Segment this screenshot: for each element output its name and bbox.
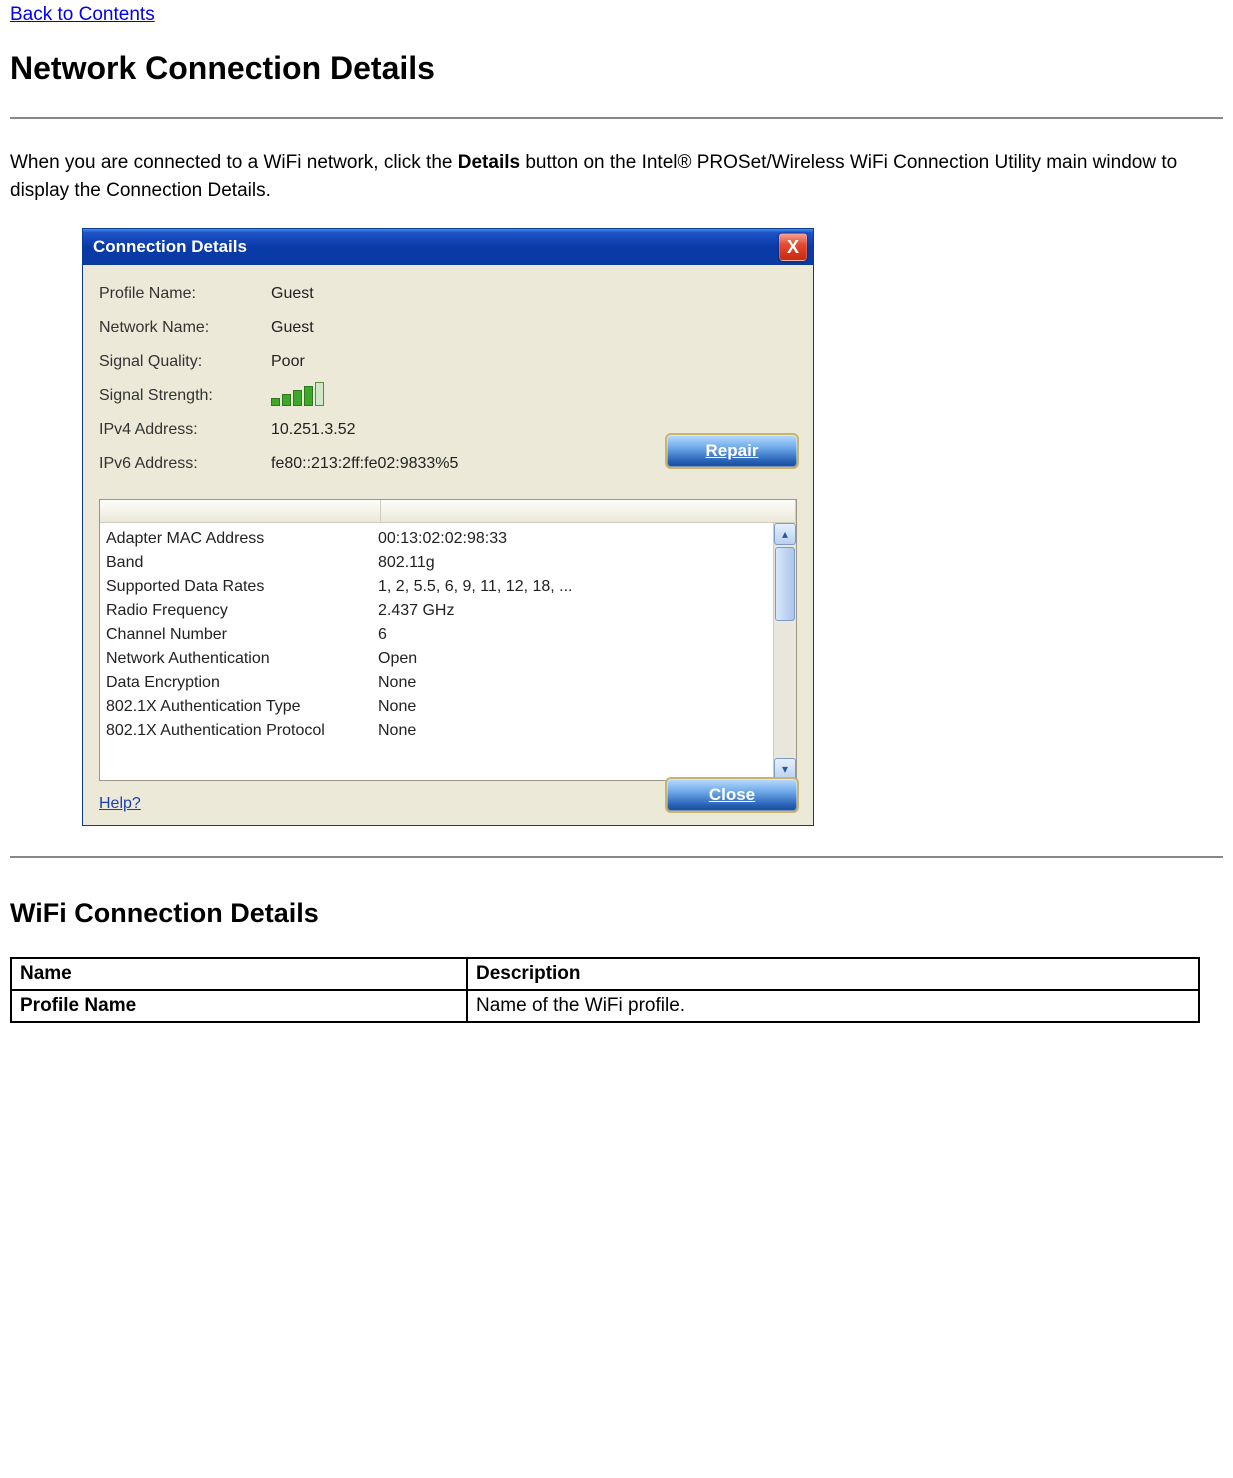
signal-bar-5 <box>315 382 324 406</box>
list-header-col2[interactable] <box>381 500 796 522</box>
signal-bar-3 <box>293 390 302 406</box>
list-content: Adapter MAC Address00:13:02:02:98:33Band… <box>100 523 773 780</box>
scrollbar: ▴ ▾ <box>773 523 796 780</box>
intro-bold: Details <box>458 152 520 173</box>
page-title: Network Connection Details <box>10 50 1223 87</box>
wifi-details-heading: WiFi Connection Details <box>10 898 1223 929</box>
list-item-name: Channel Number <box>106 626 378 644</box>
list-header <box>100 500 796 523</box>
signal-quality-label: Signal Quality: <box>99 353 271 371</box>
list-item-name: 802.1X Authentication Type <box>106 698 378 716</box>
list-item[interactable]: 802.1X Authentication TypeNone <box>106 695 767 719</box>
list-item[interactable]: 802.1X Authentication ProtocolNone <box>106 719 767 743</box>
close-button[interactable]: Close <box>665 777 799 813</box>
signal-bar-4 <box>304 386 313 406</box>
list-item-name: 802.1X Authentication Protocol <box>106 722 378 740</box>
list-item-name: Band <box>106 554 378 572</box>
signal-bar-1 <box>271 398 280 406</box>
repair-button[interactable]: Repair <box>665 433 799 469</box>
network-name-value: Guest <box>271 319 797 337</box>
list-item[interactable]: Channel Number6 <box>106 623 767 647</box>
list-item[interactable]: Band802.11g <box>106 551 767 575</box>
dialog-title: Connection Details <box>93 237 247 257</box>
field-signal-quality: Signal Quality: Poor <box>99 345 797 379</box>
ipv4-label: IPv4 Address: <box>99 421 271 439</box>
list-item[interactable]: Supported Data Rates1, 2, 5.5, 6, 9, 11,… <box>106 575 767 599</box>
list-item-value: None <box>378 674 416 692</box>
scroll-up-button[interactable]: ▴ <box>774 523 796 545</box>
signal-strength-label: Signal Strength: <box>99 387 271 405</box>
signal-bars-icon <box>271 386 797 406</box>
close-icon[interactable]: X <box>779 233 807 261</box>
ipv6-label: IPv6 Address: <box>99 455 271 473</box>
list-item-name: Network Authentication <box>106 650 378 668</box>
signal-bar-2 <box>282 394 291 406</box>
intro-paragraph: When you are connected to a WiFi network… <box>10 149 1223 204</box>
field-signal-strength: Signal Strength: <box>99 379 797 413</box>
back-to-contents-link[interactable]: Back to Contents <box>10 4 155 25</box>
list-item-value: 1, 2, 5.5, 6, 9, 11, 12, 18, ... <box>378 578 573 596</box>
field-profile-name: Profile Name: Guest <box>99 277 797 311</box>
table-header-row: Name Description <box>11 958 1199 990</box>
table-header-desc: Description <box>467 958 1199 990</box>
table-cell-name: Profile Name <box>11 990 467 1022</box>
list-item-name: Supported Data Rates <box>106 578 378 596</box>
connection-details-dialog: Connection Details X Profile Name: Guest… <box>82 228 814 826</box>
list-item-value: 2.437 GHz <box>378 602 454 620</box>
list-item-value: None <box>378 722 416 740</box>
list-item-name: Radio Frequency <box>106 602 378 620</box>
list-item[interactable]: Data EncryptionNone <box>106 671 767 695</box>
list-item[interactable]: Radio Frequency2.437 GHz <box>106 599 767 623</box>
list-item-name: Adapter MAC Address <box>106 530 378 548</box>
scroll-track[interactable] <box>775 545 795 758</box>
list-item-value: 6 <box>378 626 387 644</box>
scroll-thumb[interactable] <box>775 547 795 621</box>
profile-name-label: Profile Name: <box>99 285 271 303</box>
signal-quality-value: Poor <box>271 353 797 371</box>
list-item-name: Data Encryption <box>106 674 378 692</box>
profile-name-value: Guest <box>271 285 797 303</box>
list-item[interactable]: Network AuthenticationOpen <box>106 647 767 671</box>
list-item-value: 802.11g <box>378 554 435 572</box>
table-row: Profile Name Name of the WiFi profile. <box>11 990 1199 1022</box>
details-listbox: Adapter MAC Address00:13:02:02:98:33Band… <box>99 499 797 781</box>
dialog-body: Profile Name: Guest Network Name: Guest … <box>83 265 813 825</box>
divider <box>10 117 1223 119</box>
divider-2 <box>10 856 1223 858</box>
wifi-details-table: Name Description Profile Name Name of th… <box>10 957 1200 1023</box>
intro-text-before: When you are connected to a WiFi network… <box>10 152 458 173</box>
list-item-value: None <box>378 698 416 716</box>
table-cell-desc: Name of the WiFi profile. <box>467 990 1199 1022</box>
list-item-value: 00:13:02:02:98:33 <box>378 530 507 548</box>
signal-strength-value <box>271 386 797 406</box>
table-header-name: Name <box>11 958 467 990</box>
list-item-value: Open <box>378 650 417 668</box>
dialog-titlebar: Connection Details X <box>83 229 813 265</box>
list-header-col1[interactable] <box>100 500 381 522</box>
list-item[interactable]: Adapter MAC Address00:13:02:02:98:33 <box>106 527 767 551</box>
network-name-label: Network Name: <box>99 319 271 337</box>
help-link[interactable]: Help? <box>99 795 141 813</box>
field-network-name: Network Name: Guest <box>99 311 797 345</box>
